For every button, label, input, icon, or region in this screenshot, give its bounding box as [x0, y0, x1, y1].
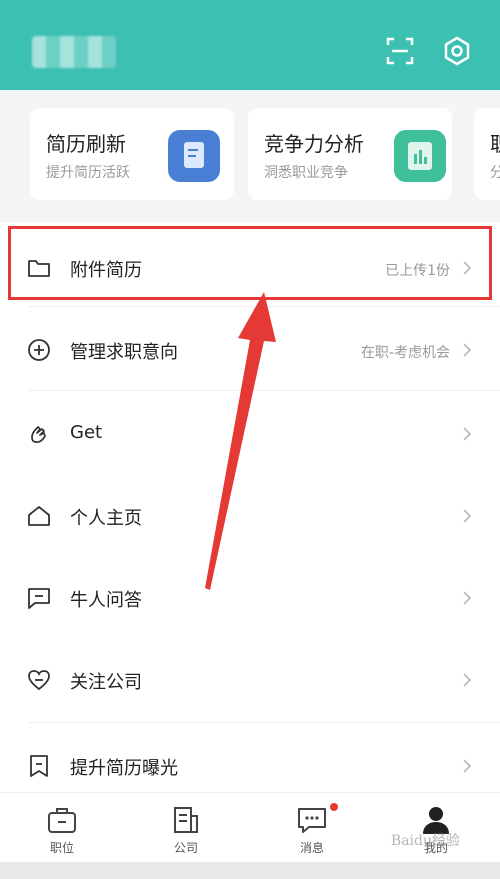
- card-competitiveness[interactable]: 竞争力分析 洞悉职业竞争: [248, 108, 452, 200]
- menu-item-label: 牛人问答: [70, 590, 142, 611]
- card-partial[interactable]: 职 分: [474, 108, 500, 200]
- blurred-username: [32, 36, 116, 68]
- bottom-strip: [0, 862, 500, 879]
- heart-icon: [28, 670, 50, 691]
- tab-jobs[interactable]: 职位: [22, 801, 102, 859]
- building-icon: [174, 807, 198, 833]
- chevron-right-icon: [463, 427, 472, 441]
- briefcase-icon: [48, 808, 76, 833]
- menu-item-label: 关注公司: [70, 672, 142, 693]
- menu-item-get[interactable]: Get: [0, 392, 500, 474]
- menu-list: 附件简历 已上传1份 管理求职意向 在职-考虑机会 Get 个人主页 牛人问答 …: [0, 222, 500, 792]
- tab-label: 职位: [49, 841, 74, 855]
- chevron-right-icon: [463, 509, 472, 523]
- card-subtitle: 洞悉职业竞争: [264, 165, 348, 181]
- card-subtitle: 分: [490, 165, 500, 181]
- chevron-right-icon: [463, 343, 472, 357]
- watermark: Baidu经验: [390, 833, 460, 849]
- menu-item-job-intention[interactable]: 管理求职意向 在职-考虑机会: [0, 308, 500, 390]
- profile-header: [0, 0, 500, 90]
- settings-icon[interactable]: [441, 35, 473, 67]
- chat-icon: [28, 588, 50, 609]
- divider: [28, 390, 500, 391]
- card-resume-refresh[interactable]: 简历刷新 提升简历活跃: [30, 108, 234, 200]
- menu-item-follow-company[interactable]: 关注公司: [0, 638, 500, 720]
- divider: [28, 722, 500, 723]
- menu-item-label: 提升简历曝光: [70, 758, 178, 779]
- bookmark-icon: [30, 755, 48, 777]
- menu-item-value: 在职-考虑机会: [360, 345, 450, 361]
- menu-item-qa[interactable]: 牛人问答: [0, 556, 500, 638]
- tab-label: 消息: [299, 841, 324, 855]
- card-title: 简历刷新: [46, 132, 126, 156]
- chevron-right-icon: [463, 591, 472, 605]
- quick-cards: 简历刷新 提升简历活跃 竞争力分析 洞悉职业竞争 职 分: [0, 90, 500, 210]
- card-title: 职: [490, 128, 500, 157]
- menu-item-label: 管理求职意向: [70, 342, 178, 363]
- highlight-box: [8, 226, 492, 300]
- menu-item-label: 个人主页: [70, 508, 142, 529]
- tab-label: 公司: [173, 841, 198, 855]
- hand-icon: [31, 426, 46, 444]
- tab-messages[interactable]: 消息: [272, 801, 352, 859]
- menu-item-label: Get: [70, 422, 103, 443]
- menu-item-homepage[interactable]: 个人主页: [0, 474, 500, 556]
- analysis-icon: [394, 130, 446, 182]
- divider: [28, 306, 500, 307]
- bottom-tab-bar: 职位 公司 消息 我的: [0, 792, 500, 863]
- plus-circle-icon: [28, 339, 50, 361]
- message-icon: [298, 808, 326, 833]
- chevron-right-icon: [463, 673, 472, 687]
- tab-companies[interactable]: 公司: [146, 801, 226, 859]
- home-icon: [28, 506, 50, 526]
- card-subtitle: 提升简历活跃: [46, 165, 130, 181]
- resume-refresh-icon: [168, 130, 220, 182]
- chevron-right-icon: [463, 759, 472, 773]
- unread-dot: [330, 803, 338, 811]
- scan-icon[interactable]: [384, 35, 416, 67]
- card-title: 竞争力分析: [264, 132, 364, 156]
